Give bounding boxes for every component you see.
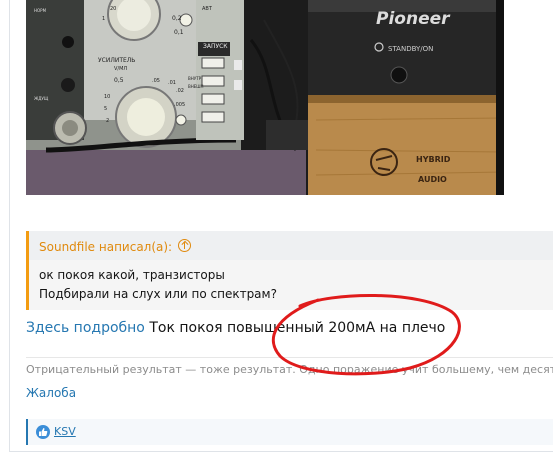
logo-line1: HYBRID [416, 155, 451, 164]
report-link[interactable]: Жалоба [26, 386, 76, 400]
panel-label-trigger: ЗАПУСК [203, 43, 228, 50]
panel-label-norm: НОРМ [34, 8, 47, 13]
panel-label-vdiv: V/МЛ [114, 66, 127, 72]
panel-label-internal: ВНУТР [188, 76, 202, 81]
logo-line2: AUDIO [418, 175, 447, 184]
message-body: Здесь подробно Ток покоя повышенный 200м… [26, 320, 445, 336]
post-left-border [9, 0, 10, 452]
reactions-bar: KSV [26, 419, 553, 445]
message-text: Ток покоя повышенный 200мА на плечо [149, 320, 446, 336]
like-icon[interactable] [36, 425, 50, 439]
panel-label-5: 5 [104, 106, 107, 112]
panel-label-20: 20 [110, 6, 116, 12]
panel-label-external: ВНЕШН [188, 84, 204, 89]
standby-label: STANDBY/ON [388, 45, 433, 53]
quote-author[interactable]: Soundfile написал(а): [39, 238, 192, 254]
panel-label-005: .05 [152, 78, 160, 84]
quote-author-label[interactable]: Soundfile написал(а): [39, 240, 172, 254]
pioneer-brand: Pioneer [376, 9, 451, 29]
post-bottom-border [9, 451, 553, 452]
panel-label-05: 0,5 [114, 77, 124, 84]
details-link[interactable]: Здесь подробно [26, 320, 145, 336]
quote-line-1: ок покоя какой, транзисторы [39, 268, 225, 282]
panel-label-1: 1 [102, 16, 105, 22]
reaction-user-link[interactable]: KSV [54, 425, 76, 438]
panel-label-02: 0,2 [172, 15, 182, 22]
panel-label-2: 2 [106, 118, 109, 124]
panel-label-002: .02 [176, 88, 184, 94]
panel-label-001: .01 [168, 80, 176, 86]
quote-block: Soundfile написал(а): ок покоя какой, тр… [26, 231, 553, 310]
quote-header: Soundfile написал(а): [29, 231, 553, 260]
attached-photo[interactable]: УСИЛИТЕЛЬ V/МЛ ЗАПУСК ВНУТР ВНЕШН АВТ НО… [26, 0, 504, 195]
go-to-quote-icon[interactable] [178, 239, 192, 252]
panel-label-10: 10 [104, 94, 110, 100]
panel-label-auto: АВТ [202, 6, 213, 12]
panel-label-01: 0,1 [174, 29, 184, 36]
panel-label-amp: УСИЛИТЕЛЬ [98, 57, 135, 64]
panel-label-wait: ЖДУЩ [34, 96, 49, 101]
quote-line-2: Подбирали на слух или по спектрам? [39, 287, 277, 301]
panel-label-0005: .005 [174, 102, 185, 108]
user-signature: Отрицательный результат — тоже результат… [26, 357, 553, 376]
